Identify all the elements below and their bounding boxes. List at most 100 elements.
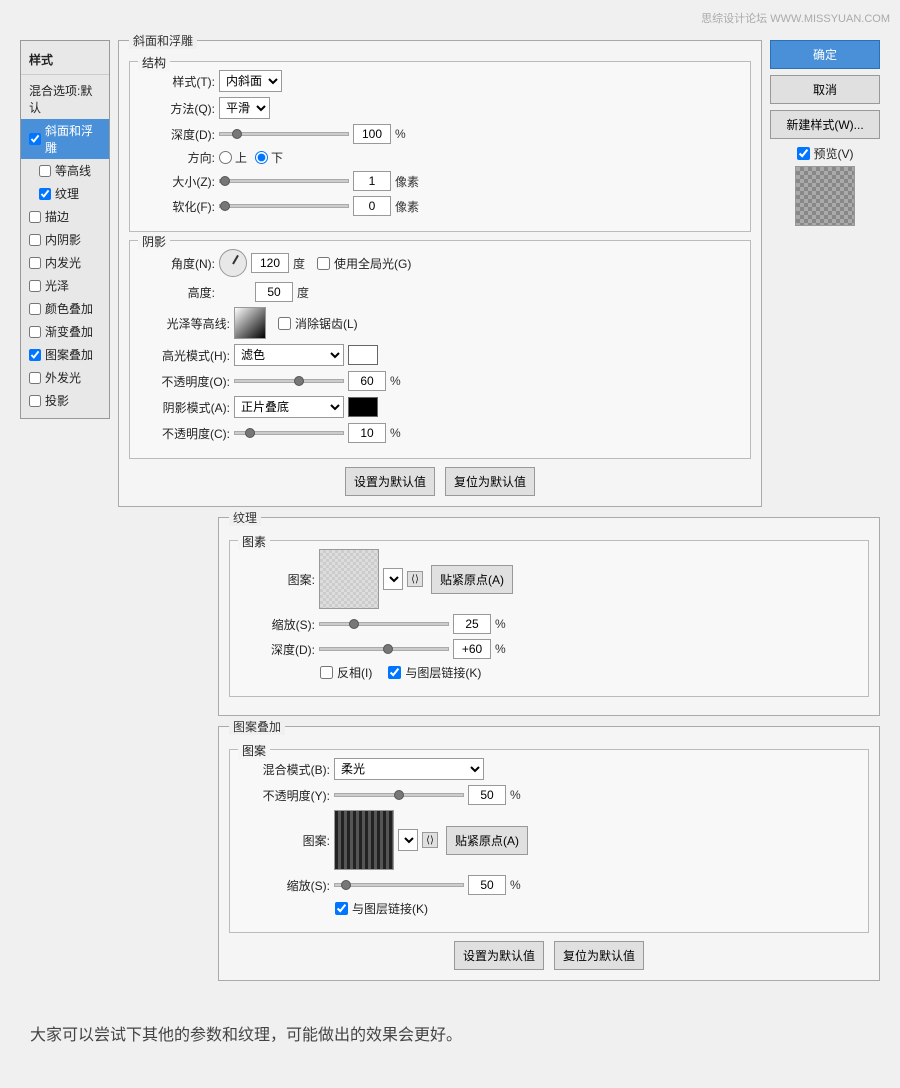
sidebar-item-outer-glow[interactable]: 外发光 — [21, 366, 109, 389]
pattern-overlay-blend-select[interactable]: 柔光 — [334, 758, 484, 780]
shadow-mode-select[interactable]: 正片叠底 — [234, 396, 344, 418]
sidebar-item-blend-options[interactable]: 混合选项:默认 — [21, 79, 109, 119]
new-style-button[interactable]: 新建样式(W)... — [770, 110, 880, 139]
soften-unit: 像素 — [395, 198, 419, 215]
direction-up-radio[interactable] — [219, 151, 232, 164]
outer-glow-checkbox[interactable] — [29, 372, 41, 384]
shadow-opacity-input[interactable] — [348, 423, 386, 443]
pattern-overlay-checkbox[interactable] — [29, 349, 41, 361]
reset-default-button[interactable]: 复位为默认值 — [445, 467, 535, 496]
texture-link-layer-checkbox[interactable] — [388, 666, 401, 679]
inner-shadow-checkbox[interactable] — [29, 234, 41, 246]
preview-checkbox-row: 预览(V) — [797, 145, 854, 162]
size-input[interactable] — [353, 171, 391, 191]
texture-depth-input[interactable] — [453, 639, 491, 659]
highlight-opacity-slider[interactable] — [234, 379, 344, 383]
direction-down[interactable]: 下 — [255, 149, 283, 166]
sidebar-item-bevel-emboss[interactable]: 斜面和浮雕 — [21, 119, 109, 159]
method-select[interactable]: 平滑 — [219, 97, 270, 119]
bevel-emboss-checkbox[interactable] — [29, 133, 41, 145]
drop-shadow-checkbox[interactable] — [29, 395, 41, 407]
angle-dial[interactable] — [219, 249, 247, 277]
satin-checkbox[interactable] — [29, 280, 41, 292]
watermark: 思综设计论坛 WWW.MISSYUAN.COM — [701, 10, 890, 26]
depth-input[interactable] — [353, 124, 391, 144]
pattern-overlay-link-icon[interactable]: ⟨⟩ — [422, 832, 438, 848]
structure-title: 结构 — [138, 54, 170, 71]
texture-scale-input[interactable] — [453, 614, 491, 634]
shadow-color-swatch[interactable] — [348, 397, 378, 417]
texture-checkbox[interactable] — [39, 188, 51, 200]
shadow-opacity-slider[interactable] — [234, 431, 344, 435]
highlight-mode-select[interactable]: 滤色 — [234, 344, 344, 366]
altitude-input[interactable] — [255, 282, 293, 302]
shadow-title: 阴影 — [138, 233, 170, 250]
angle-input[interactable] — [251, 253, 289, 273]
remove-alias-row: 消除锯齿(L) — [278, 315, 358, 332]
cancel-button[interactable]: 取消 — [770, 75, 880, 104]
bevel-panel: 斜面和浮雕 结构 样式(T): 内斜面 方法(Q) — [118, 40, 762, 507]
highlight-opacity-input[interactable] — [348, 371, 386, 391]
texture-snap-button[interactable]: 贴紧原点(A) — [431, 565, 513, 594]
pattern-overlay-snap-button[interactable]: 贴紧原点(A) — [446, 826, 528, 855]
soften-slider[interactable] — [219, 204, 349, 208]
pattern-overlay-set-default-button[interactable]: 设置为默认值 — [454, 941, 544, 970]
inner-glow-checkbox[interactable] — [29, 257, 41, 269]
pattern-overlay-link-checkbox[interactable] — [335, 902, 348, 915]
highlight-color-swatch[interactable] — [348, 345, 378, 365]
texture-pattern-select[interactable] — [383, 568, 403, 590]
pattern-overlay-reset-default-button[interactable]: 复位为默认值 — [554, 941, 644, 970]
panels-area: 斜面和浮雕 结构 样式(T): 内斜面 方法(Q) — [118, 40, 880, 981]
pattern-overlay-scale-label: 缩放(S): — [240, 877, 330, 894]
sidebar-item-inner-shadow[interactable]: 内阴影 — [21, 228, 109, 251]
direction-up[interactable]: 上 — [219, 149, 247, 166]
sidebar-item-inner-glow[interactable]: 内发光 — [21, 251, 109, 274]
gloss-contour-label: 光泽等高线: — [140, 315, 230, 332]
stroke-checkbox[interactable] — [29, 211, 41, 223]
sidebar-item-stroke[interactable]: 描边 — [21, 205, 109, 228]
preview-checkbox[interactable] — [797, 147, 810, 160]
preview-label: 预览(V) — [814, 145, 854, 162]
shadow-section: 阴影 角度(N): 度 使用全局光(G) — [129, 240, 751, 459]
pattern-overlay-scale-input[interactable] — [468, 875, 506, 895]
depth-slider[interactable] — [219, 132, 349, 136]
ok-button[interactable]: 确定 — [770, 40, 880, 69]
soften-input[interactable] — [353, 196, 391, 216]
gloss-contour-preview[interactable] — [234, 307, 266, 339]
bevel-bottom-buttons: 设置为默认值 复位为默认值 — [129, 467, 751, 496]
global-light-checkbox[interactable] — [317, 257, 330, 270]
preview-box — [795, 166, 855, 226]
sidebar-item-gradient-overlay[interactable]: 渐变叠加 — [21, 320, 109, 343]
preview-section: 预览(V) — [770, 145, 880, 226]
texture-checkboxes-row: 反相(I) 与图层链接(K) — [240, 664, 858, 681]
direction-down-radio[interactable] — [255, 151, 268, 164]
sidebar-item-pattern-overlay[interactable]: 图案叠加 — [21, 343, 109, 366]
pattern-overlay-opacity-input[interactable] — [468, 785, 506, 805]
size-slider[interactable] — [219, 179, 349, 183]
texture-depth-label: 深度(D): — [240, 641, 315, 658]
remove-alias-checkbox[interactable] — [278, 317, 291, 330]
contour-checkbox[interactable] — [39, 165, 51, 177]
sidebar-item-contour[interactable]: 等高线 — [21, 159, 109, 182]
sidebar-item-satin[interactable]: 光泽 — [21, 274, 109, 297]
texture-scale-label: 缩放(S): — [240, 616, 315, 633]
texture-link-icon[interactable]: ⟨⟩ — [407, 571, 423, 587]
texture-depth-slider[interactable] — [319, 647, 449, 651]
sidebar-inner-glow-label: 内发光 — [45, 254, 81, 271]
set-default-button[interactable]: 设置为默认值 — [345, 467, 435, 496]
pattern-overlay-elements-title: 图案 — [238, 742, 270, 759]
global-light-row: 使用全局光(G) — [317, 255, 411, 272]
pattern-overlay-scale-slider[interactable] — [334, 883, 464, 887]
texture-invert-checkbox[interactable] — [320, 666, 333, 679]
style-select[interactable]: 内斜面 — [219, 70, 282, 92]
sidebar-item-drop-shadow[interactable]: 投影 — [21, 389, 109, 412]
pattern-overlay-opacity-slider[interactable] — [334, 793, 464, 797]
texture-scale-slider[interactable] — [319, 622, 449, 626]
sidebar-item-color-overlay[interactable]: 颜色叠加 — [21, 297, 109, 320]
gradient-overlay-checkbox[interactable] — [29, 326, 41, 338]
sidebar-gradient-overlay-label: 渐变叠加 — [45, 323, 93, 340]
pattern-overlay-pattern-select[interactable] — [398, 829, 418, 851]
pattern-overlay-blend-row: 混合模式(B): 柔光 — [240, 758, 858, 780]
sidebar-item-texture[interactable]: 纹理 — [21, 182, 109, 205]
color-overlay-checkbox[interactable] — [29, 303, 41, 315]
